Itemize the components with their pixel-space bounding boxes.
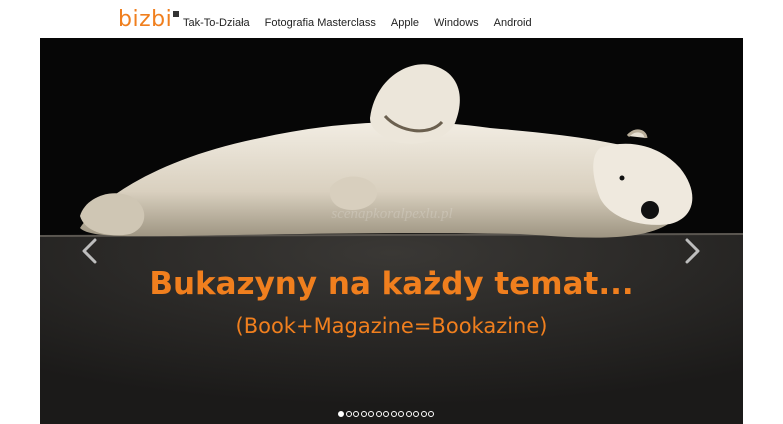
slide-dot[interactable]	[345, 411, 352, 417]
slide-dot[interactable]	[413, 411, 419, 417]
slide-dot[interactable]	[338, 411, 344, 417]
nav-item-apple[interactable]: Apple	[391, 16, 419, 30]
nav-item-windows[interactable]: Windows	[434, 16, 479, 30]
slide-dot[interactable]	[390, 411, 397, 417]
next-slide-button[interactable]	[680, 237, 704, 265]
main-menu: Tak-To-Działa Fotografia Masterclass App…	[183, 16, 532, 30]
logo-square-icon	[173, 11, 180, 17]
slide-dot[interactable]	[420, 411, 427, 417]
prev-slide-button[interactable]	[78, 237, 102, 265]
slide-indicator	[338, 411, 434, 417]
hero-headline: Bukazyny na każdy temat...	[149, 266, 634, 302]
nav-item-android[interactable]: Android	[494, 16, 532, 30]
hero-slider: scenapkoralpexlu.pl Bukazyny na każdy te…	[40, 38, 743, 424]
watermark-text: scenapkoralpexlu.pl	[331, 206, 452, 222]
nav-item-fotografia-masterclass[interactable]: Fotografia Masterclass	[265, 16, 376, 30]
slide-dot[interactable]	[368, 411, 374, 417]
slide-dot[interactable]	[383, 411, 389, 417]
site-logo[interactable]: bizbi	[118, 7, 180, 32]
slide-dot[interactable]	[428, 411, 434, 417]
slide-dot[interactable]	[405, 411, 412, 417]
slide-dot[interactable]	[360, 411, 367, 417]
top-navigation-bar: bizbi Tak-To-Działa Fotografia Mastercla…	[0, 0, 783, 38]
slide-dot[interactable]	[375, 411, 382, 417]
chevron-left-icon	[82, 238, 97, 264]
slide-dot[interactable]	[398, 411, 404, 417]
slide-dot[interactable]	[353, 411, 359, 417]
logo-text: bizbi	[118, 7, 173, 32]
hero-image: scenapkoralpexlu.pl	[40, 38, 743, 424]
nav-item-tak-to-dziala[interactable]: Tak-To-Działa	[183, 16, 250, 30]
hero-subheadline: (Book+Magazine=Bookazine)	[235, 314, 548, 338]
chevron-right-icon	[685, 238, 700, 264]
